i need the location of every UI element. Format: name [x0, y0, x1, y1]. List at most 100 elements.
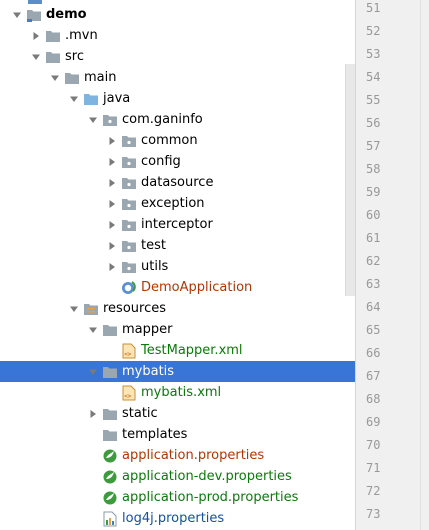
xml-file-icon: <>	[121, 343, 137, 359]
tree-row[interactable]: config	[0, 151, 355, 172]
tree-row-label: config	[141, 154, 181, 169]
tree-row[interactable]: DemoApplication	[0, 277, 355, 298]
spring-properties-icon	[102, 469, 118, 485]
tree-row[interactable]: log4j.properties	[0, 508, 355, 529]
tree-row-label: com.ganinfo	[122, 112, 203, 127]
package-icon	[102, 112, 118, 128]
line-number: 71	[366, 461, 381, 475]
line-number: 67	[366, 369, 381, 383]
tree-row[interactable]: src	[0, 46, 355, 67]
line-number: 70	[366, 438, 381, 452]
chevron-right-icon[interactable]	[107, 130, 117, 151]
tree-row-label: java	[103, 91, 131, 106]
package-icon	[121, 154, 137, 170]
chevron-down-icon[interactable]	[88, 361, 98, 382]
line-number: 73	[366, 507, 381, 521]
chevron-right-icon[interactable]	[107, 193, 117, 214]
tree-row[interactable]: exception	[0, 193, 355, 214]
line-number: 57	[366, 139, 381, 153]
chevron-down-icon[interactable]	[12, 4, 22, 25]
tree-row-label: application-dev.properties	[122, 469, 292, 484]
tree-row[interactable]: java	[0, 88, 355, 109]
line-number: 61	[366, 231, 381, 245]
tree-row[interactable]: resources	[0, 298, 355, 319]
tree-row[interactable]: demo	[0, 4, 355, 25]
spring-properties-icon	[102, 490, 118, 506]
tree-row-label: interceptor	[141, 217, 213, 232]
package-icon	[121, 133, 137, 149]
project-tree: demo .mvn src main java com.ganinfo common conf…	[0, 0, 355, 530]
tree-row[interactable]: application-prod.properties	[0, 487, 355, 508]
chevron-right-icon[interactable]	[107, 256, 117, 277]
folder-icon	[102, 364, 118, 380]
folder-icon	[102, 322, 118, 338]
top-edge-marker	[28, 0, 42, 4]
tree-row[interactable]: templates	[0, 424, 355, 445]
source-folder-icon	[83, 91, 99, 107]
line-number: 51	[366, 1, 381, 15]
tree-row[interactable]: .mvn	[0, 25, 355, 46]
line-number: 62	[366, 254, 381, 268]
tree-row-label: src	[65, 49, 84, 64]
chevron-down-icon[interactable]	[50, 67, 60, 88]
tree-row-label: mybatis.xml	[141, 385, 222, 400]
tree-row[interactable]: mybatis	[0, 361, 355, 382]
chevron-right-icon[interactable]	[107, 151, 117, 172]
chevron-right-icon[interactable]	[107, 235, 117, 256]
tree-row-label: demo	[46, 7, 87, 22]
chevron-right-icon[interactable]	[107, 214, 117, 235]
tree-row[interactable]: application-dev.properties	[0, 466, 355, 487]
svg-text:<>: <>	[124, 351, 132, 358]
xml-file-icon: <>	[121, 385, 137, 401]
chevron-down-icon[interactable]	[31, 46, 41, 67]
line-number: 59	[366, 185, 381, 199]
tree-row[interactable]: <> TestMapper.xml	[0, 340, 355, 361]
tree-row[interactable]: common	[0, 130, 355, 151]
tree-row[interactable]: application.properties	[0, 445, 355, 466]
line-number: 58	[366, 162, 381, 176]
line-number: 66	[366, 346, 381, 360]
chevron-down-icon[interactable]	[88, 109, 98, 130]
chevron-right-icon[interactable]	[107, 172, 117, 193]
tree-row[interactable]: interceptor	[0, 214, 355, 235]
tree-row-label: common	[141, 133, 198, 148]
module-folder-icon	[26, 7, 42, 23]
svg-text:<>: <>	[124, 393, 132, 400]
tree-row-label: DemoApplication	[141, 280, 253, 295]
tree-row-label: mapper	[122, 322, 173, 337]
line-number: 72	[366, 484, 381, 498]
tree-row-label: static	[122, 406, 158, 421]
tree-row-label: .mvn	[65, 28, 98, 43]
chevron-right-icon[interactable]	[88, 403, 98, 424]
tree-row[interactable]: static	[0, 403, 355, 424]
chevron-down-icon[interactable]	[88, 319, 98, 340]
line-number: 65	[366, 323, 381, 337]
tree-row[interactable]: com.ganinfo	[0, 109, 355, 130]
package-icon	[121, 259, 137, 275]
chevron-down-icon[interactable]	[69, 88, 79, 109]
tree-row[interactable]: test	[0, 235, 355, 256]
folder-icon	[64, 70, 80, 86]
tree-row[interactable]: mapper	[0, 319, 355, 340]
line-number: 64	[366, 300, 381, 314]
package-icon	[121, 196, 137, 212]
folder-icon	[102, 406, 118, 422]
chevron-down-icon[interactable]	[69, 298, 79, 319]
line-number: 69	[366, 415, 381, 429]
tree-row[interactable]: datasource	[0, 172, 355, 193]
resources-folder-icon	[83, 301, 99, 317]
tree-row-label: main	[84, 70, 117, 85]
chevron-right-icon[interactable]	[31, 25, 41, 46]
tree-row[interactable]: utils	[0, 256, 355, 277]
tree-row[interactable]: <> mybatis.xml	[0, 382, 355, 403]
tree-row-label: utils	[141, 259, 169, 274]
tree-row[interactable]: main	[0, 67, 355, 88]
tree-row-label: exception	[141, 196, 205, 211]
tree-row-label: resources	[103, 301, 167, 316]
